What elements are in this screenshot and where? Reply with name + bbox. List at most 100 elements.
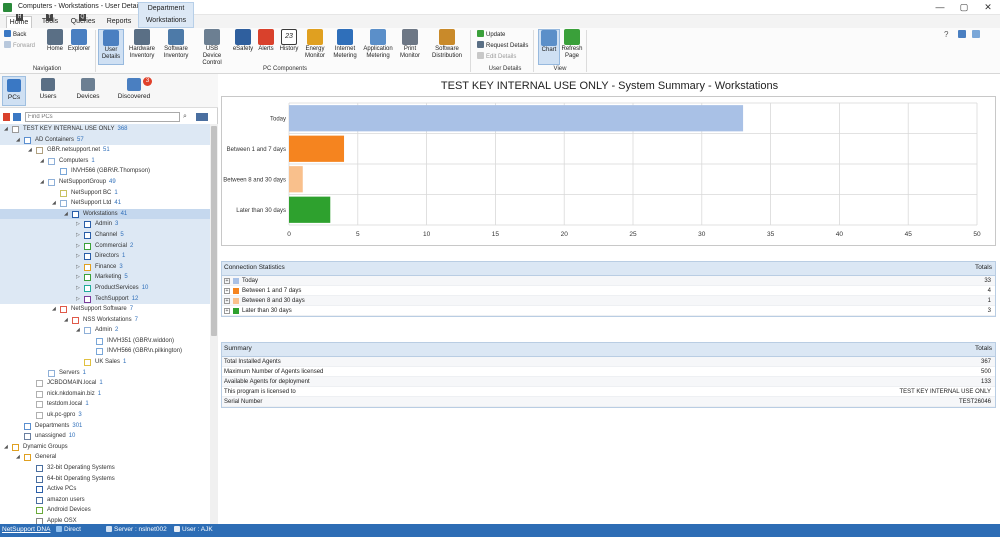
- home-button[interactable]: Home: [44, 29, 66, 65]
- expand-arrow-icon[interactable]: ◢: [64, 209, 68, 220]
- tree-node[interactable]: INVH566 (GBR\R.Thompson): [0, 166, 210, 177]
- tab-reports[interactable]: Reports: [104, 16, 134, 28]
- tree-node[interactable]: INVH351 (GBR\r.widdon): [0, 336, 210, 347]
- tree-node[interactable]: NetSupport BC 1: [0, 188, 210, 199]
- expand-arrow-icon[interactable]: ◢: [52, 304, 56, 315]
- expand-arrow-icon[interactable]: ▷: [76, 241, 80, 252]
- expand-arrow-icon[interactable]: ▷: [76, 272, 80, 283]
- expand-arrow-icon[interactable]: ▷: [76, 219, 80, 230]
- tree-scrollbar[interactable]: [210, 124, 218, 524]
- status-product[interactable]: NetSupport DNA: [2, 526, 50, 533]
- expand-arrow-icon[interactable]: ◢: [76, 325, 80, 336]
- scroll-thumb[interactable]: [211, 126, 217, 336]
- nav-users[interactable]: Users: [36, 76, 60, 106]
- expand-arrow-icon[interactable]: ◢: [52, 198, 56, 209]
- forward-button[interactable]: Forward: [4, 41, 35, 51]
- tab-workstations[interactable]: Workstations: [139, 15, 193, 27]
- tree-node[interactable]: 32-bit Operating Systems: [0, 463, 210, 474]
- expand-arrow-icon[interactable]: ◢: [4, 124, 8, 135]
- pc-component-button[interactable]: User Details: [98, 29, 124, 65]
- options-icon[interactable]: [972, 30, 980, 38]
- tree-node[interactable]: ◢ Dynamic Groups: [0, 442, 210, 453]
- find-pcs-input[interactable]: [25, 112, 180, 122]
- expand-arrow-icon[interactable]: ◢: [28, 145, 32, 156]
- minimize-button[interactable]: —: [928, 2, 952, 13]
- pc-component-button[interactable]: Internet Metering: [330, 29, 360, 65]
- tree-node[interactable]: ▷ TechSupport 12: [0, 293, 210, 305]
- tree-node[interactable]: ◢ Workstations 41: [0, 208, 210, 220]
- tree-node[interactable]: ▷ Commercial 2: [0, 240, 210, 252]
- tree-node[interactable]: ▷ Admin 3: [0, 219, 210, 230]
- pc-component-button[interactable]: Print Monitor: [396, 29, 424, 65]
- tree-node[interactable]: ◢ Admin 2: [0, 325, 210, 336]
- expand-arrow-icon[interactable]: ▷: [76, 283, 80, 294]
- context-tab-group[interactable]: Department Workstations: [138, 2, 194, 28]
- tree-node[interactable]: Active PCs: [0, 484, 210, 495]
- connection-stats-row[interactable]: + Between 8 and 30 days 1: [222, 296, 995, 306]
- tree-node[interactable]: nick.nkdomain.biz 1: [0, 389, 210, 400]
- expand-arrow-icon[interactable]: ◢: [4, 442, 8, 453]
- pc-filter-icon[interactable]: [13, 113, 21, 121]
- connection-stats-row[interactable]: + Later than 30 days 3: [222, 306, 995, 316]
- expand-plus-icon[interactable]: +: [224, 288, 230, 294]
- tree-node[interactable]: ◢ GBR.netsupport.net 51: [0, 145, 210, 156]
- expand-arrow-icon[interactable]: ▷: [76, 251, 80, 262]
- help-icon[interactable]: ?: [944, 30, 948, 39]
- pc-component-button[interactable]: 23 History: [278, 29, 300, 65]
- expand-arrow-icon[interactable]: ◢: [40, 177, 44, 188]
- tree-node[interactable]: ◢ TEST KEY INTERNAL USE ONLY 368: [0, 124, 210, 135]
- maximize-button[interactable]: ▢: [952, 2, 976, 13]
- pc-component-button[interactable]: Hardware Inventory: [127, 29, 157, 65]
- pc-component-button[interactable]: Software Inventory: [160, 29, 192, 65]
- tree-node[interactable]: ◢ NetSupportGroup 49: [0, 177, 210, 188]
- tree-node[interactable]: Departments 301: [0, 421, 210, 432]
- edit-details-button[interactable]: Edit Details: [477, 52, 516, 62]
- expand-arrow-icon[interactable]: ▷: [76, 262, 80, 273]
- expand-arrow-icon[interactable]: ▷: [76, 294, 80, 305]
- tree-node[interactable]: ▷ Directors 1: [0, 251, 210, 262]
- pc-component-button[interactable]: Alerts: [256, 29, 276, 65]
- tree-node[interactable]: uk.pc-gpro 3: [0, 410, 210, 421]
- tree-node[interactable]: 64-bit Operating Systems: [0, 474, 210, 485]
- nav-pcs[interactable]: PCs: [2, 76, 26, 106]
- update-button[interactable]: Update: [477, 30, 505, 40]
- tree-node[interactable]: Android Devices: [0, 505, 210, 516]
- tree-node[interactable]: ▷ ProductServices 10: [0, 282, 210, 294]
- tree-node[interactable]: ◢ NetSupport Software 7: [0, 304, 210, 315]
- chart-button[interactable]: Chart: [538, 29, 560, 65]
- pc-component-button[interactable]: Energy Monitor: [302, 29, 328, 65]
- tree-node[interactable]: unassigned 10: [0, 431, 210, 442]
- expand-plus-icon[interactable]: +: [224, 298, 230, 304]
- refresh-page-button[interactable]: Refresh Page: [561, 29, 583, 65]
- tree-node[interactable]: ▷ Marketing 5: [0, 272, 210, 283]
- tree-node[interactable]: ◢ General: [0, 452, 210, 463]
- expand-arrow-icon[interactable]: ◢: [40, 156, 44, 167]
- tree-node[interactable]: UK Sales 1: [0, 357, 210, 368]
- pc-component-button[interactable]: Software Distribution: [428, 29, 466, 65]
- tree-node[interactable]: ◢ Computers 1: [0, 156, 210, 167]
- connection-stats-row[interactable]: + Between 1 and 7 days 4: [222, 286, 995, 296]
- pc-component-button[interactable]: eSafety: [232, 29, 254, 65]
- pc-component-button[interactable]: Application Metering: [362, 29, 394, 65]
- tree-node[interactable]: Apple OSX: [0, 516, 210, 524]
- tree-node[interactable]: Servers 1: [0, 368, 210, 379]
- alert-filter-icon[interactable]: [3, 113, 10, 121]
- connection-stats-row[interactable]: + Today 33: [222, 276, 995, 286]
- tree-node[interactable]: ◢ NSS Workstations 7: [0, 315, 210, 326]
- expand-plus-icon[interactable]: +: [224, 308, 230, 314]
- tree-node[interactable]: JCBDOMAIN.local 1: [0, 378, 210, 389]
- tree-node[interactable]: ▷ Finance 3: [0, 261, 210, 273]
- back-button[interactable]: Back: [4, 30, 26, 40]
- expand-arrow-icon[interactable]: ◢: [16, 452, 20, 463]
- explorer-button[interactable]: Explorer: [67, 29, 91, 65]
- expand-plus-icon[interactable]: +: [224, 278, 230, 284]
- tree-node[interactable]: ◢ AD Containers 57: [0, 134, 210, 146]
- print-icon[interactable]: [958, 30, 966, 38]
- tree-node[interactable]: testdom.local 1: [0, 399, 210, 410]
- tree-node[interactable]: INVH566 (GBR\n.pilkington): [0, 346, 210, 357]
- close-button[interactable]: ✕: [976, 2, 1000, 13]
- expand-arrow-icon[interactable]: ◢: [64, 315, 68, 326]
- search-icon[interactable]: ⌕: [183, 113, 187, 121]
- tree-node[interactable]: ◢ NetSupport Ltd 41: [0, 198, 210, 209]
- expand-arrow-icon[interactable]: ◢: [16, 135, 20, 146]
